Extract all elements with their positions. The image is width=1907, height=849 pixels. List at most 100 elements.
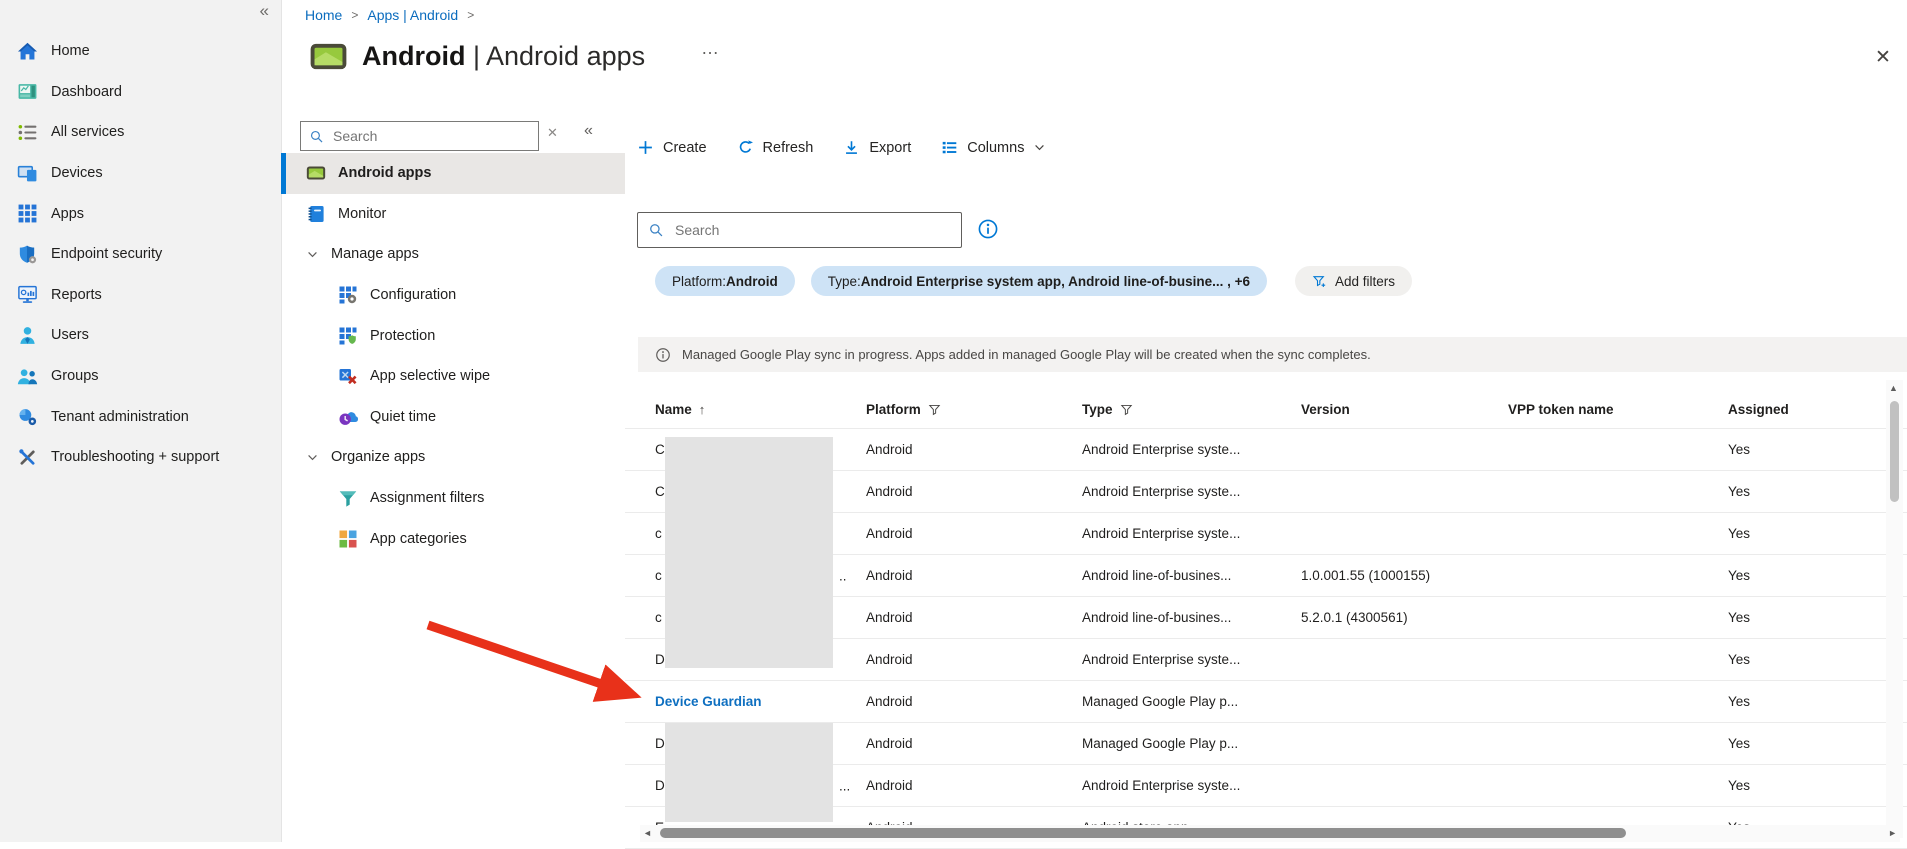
nav-item-app-categories[interactable]: App categories: [281, 518, 625, 559]
sidebar-item-home[interactable]: Home: [0, 31, 281, 72]
sidebar-item-users[interactable]: Users: [0, 315, 281, 356]
column-header-name[interactable]: Name↑: [655, 402, 866, 417]
toolbar-button-label: Columns: [967, 140, 1024, 156]
breadcrumb: Home>Apps | Android>: [305, 7, 474, 23]
breadcrumb-link-home[interactable]: Home: [305, 7, 342, 23]
column-label: Name: [655, 402, 692, 417]
filter-pill-2[interactable]: Type: Android Enterprise system app, And…: [811, 266, 1267, 296]
nav-item-label: Manage apps: [331, 246, 419, 262]
android-app-icon: [309, 40, 348, 73]
toolbar-button-label: Export: [869, 140, 911, 156]
breadcrumb-link-apps-android[interactable]: Apps | Android: [367, 7, 458, 23]
table-row[interactable]: Device GuardianAndroidManaged Google Pla…: [625, 681, 1907, 723]
filter-pill-1[interactable]: Platform: Android: [655, 266, 795, 296]
vertical-scrollbar-thumb[interactable]: [1890, 401, 1899, 502]
home-icon: [17, 41, 38, 62]
column-header-type[interactable]: Type: [1082, 402, 1301, 417]
nav-collapse-icon[interactable]: «: [584, 122, 593, 140]
filter-pills: Platform: Android Type: Android Enterpris…: [655, 266, 1412, 296]
nav-item-organize-apps[interactable]: Organize apps: [281, 437, 625, 478]
filter-pill-prefix: Type:: [828, 274, 861, 289]
sidebar-item-apps[interactable]: Apps: [0, 193, 281, 234]
platform-cell: Android: [866, 694, 1082, 709]
close-icon[interactable]: ✕: [1875, 46, 1891, 69]
breadcrumb-separator: >: [467, 8, 474, 22]
add-filters-button[interactable]: Add filters: [1295, 266, 1412, 296]
sidebar-item-label: All services: [51, 124, 124, 140]
apps-table: Name↑PlatformTypeVersion VPP token nameAs…: [625, 390, 1907, 842]
horizontal-scrollbar[interactable]: ◄ ►: [640, 825, 1900, 842]
columns-button[interactable]: Columns: [941, 139, 1046, 156]
nav-search-input[interactable]: [331, 127, 530, 145]
nav-item-assignment-filters[interactable]: Assignment filters: [281, 478, 625, 519]
list-search-input[interactable]: [673, 221, 951, 239]
column-header-vpp-token-name[interactable]: VPP token name: [1508, 402, 1728, 417]
sidebar-collapse-icon[interactable]: «: [260, 1, 269, 21]
android-tablet-icon: [306, 163, 326, 183]
scroll-left-icon[interactable]: ◄: [643, 828, 652, 838]
horizontal-scrollbar-thumb[interactable]: [660, 828, 1626, 838]
sidebar-item-label: Groups: [51, 368, 99, 384]
apps-grid-icon: [17, 203, 38, 224]
nav-item-android-apps[interactable]: Android apps: [281, 153, 625, 194]
nav-item-configuration[interactable]: Configuration: [281, 275, 625, 316]
sidebar-item-dashboard[interactable]: Dashboard: [0, 72, 281, 113]
platform-cell: Android: [866, 526, 1082, 541]
left-sidebar: « Home Dashboard All services DevicesApps En…: [0, 0, 282, 842]
column-header-platform[interactable]: Platform: [866, 402, 1082, 417]
sidebar-item-all-services[interactable]: All services: [0, 112, 281, 153]
users-icon: [17, 325, 38, 346]
nav-item-manage-apps[interactable]: Manage apps: [281, 234, 625, 275]
nav-item-quiet-time[interactable]: Quiet time: [281, 397, 625, 438]
groups-icon: [17, 366, 38, 387]
create-button[interactable]: Create: [637, 139, 707, 156]
sidebar-item-tenant-administration[interactable]: Tenant administration: [0, 396, 281, 437]
sidebar-item-label: Home: [51, 43, 90, 59]
version-cell: 1.0.001.55 (1000155): [1301, 568, 1508, 583]
sidebar-item-endpoint-security[interactable]: Endpoint security: [0, 234, 281, 275]
type-cell: Android Enterprise syste...: [1082, 484, 1301, 499]
platform-cell: Android: [866, 652, 1082, 667]
refresh-button[interactable]: Refresh: [737, 139, 814, 156]
tenant-admin-icon: [17, 406, 38, 427]
nav-item-label: Configuration: [370, 287, 456, 303]
scroll-up-icon[interactable]: ▲: [1889, 383, 1898, 393]
chevron-down-icon: [1033, 141, 1046, 154]
assigned-cell: Yes: [1728, 526, 1907, 541]
scroll-right-icon[interactable]: ►: [1888, 828, 1897, 838]
column-header-version[interactable]: Version: [1301, 402, 1508, 417]
add-filters-label: Add filters: [1335, 274, 1395, 289]
more-options-button[interactable]: …: [701, 38, 720, 59]
vertical-scrollbar[interactable]: ▲ ▼: [1886, 380, 1903, 838]
app-name-link[interactable]: Device Guardian: [655, 694, 866, 709]
sidebar-item-troubleshooting-support[interactable]: Troubleshooting + support: [0, 437, 281, 478]
assigned-cell: Yes: [1728, 736, 1907, 751]
info-icon[interactable]: [977, 218, 999, 240]
column-label: Version: [1301, 402, 1350, 417]
clear-search-icon[interactable]: ✕: [547, 125, 558, 141]
troubleshooting-icon: [17, 447, 38, 468]
column-header-assigned[interactable]: Assigned: [1728, 402, 1907, 417]
chevron-down-icon: [306, 248, 319, 261]
export-button[interactable]: Export: [843, 139, 911, 156]
sidebar-item-reports[interactable]: Reports: [0, 275, 281, 316]
sidebar-item-groups[interactable]: Groups: [0, 356, 281, 397]
type-cell: Managed Google Play p...: [1082, 694, 1301, 709]
assigned-cell: Yes: [1728, 652, 1907, 667]
main-area: Home>Apps | Android> Android | Android a…: [281, 0, 1907, 842]
chevron-down-icon: [306, 451, 319, 464]
devices-icon: [17, 163, 38, 184]
sidebar-item-devices[interactable]: Devices: [0, 153, 281, 194]
nav-item-label: Quiet time: [370, 409, 436, 425]
nav-item-app-selective-wipe[interactable]: App selective wipe: [281, 356, 625, 397]
list-search-box: [637, 212, 962, 248]
assigned-cell: Yes: [1728, 778, 1907, 793]
nav-item-protection[interactable]: Protection: [281, 315, 625, 356]
platform-cell: Android: [866, 484, 1082, 499]
nav-item-monitor[interactable]: Monitor: [281, 194, 625, 235]
sidebar-item-label: Reports: [51, 287, 102, 303]
type-cell: Android line-of-busines...: [1082, 568, 1301, 583]
sidebar-item-label: Endpoint security: [51, 246, 162, 262]
list-pane: Create Refresh Export Columns Platform: And…: [625, 95, 1907, 842]
all-services-icon: [17, 122, 38, 143]
